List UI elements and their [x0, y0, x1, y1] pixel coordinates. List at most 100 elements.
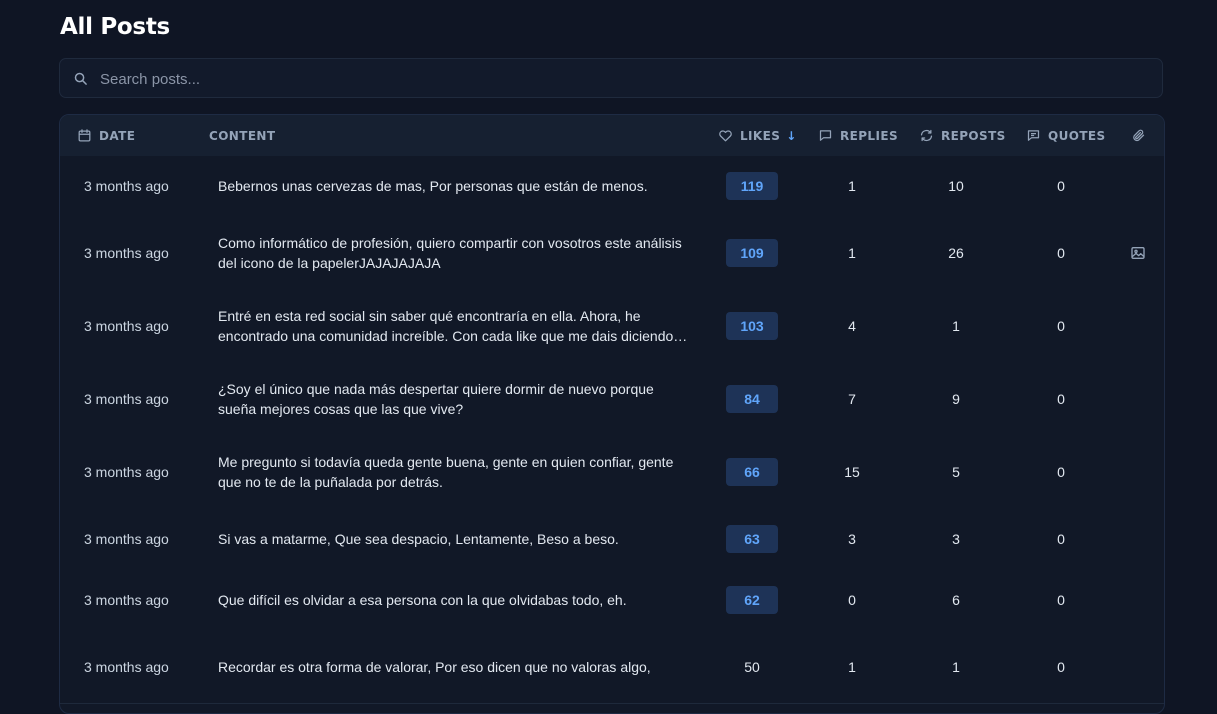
likes-badge: 119	[726, 172, 778, 200]
table-row[interactable]: 3 months ago Me pregunto si todavía queda…	[60, 435, 1164, 509]
media-cell	[1128, 435, 1148, 508]
table-header: DATE CONTENT LIKES ↓ REPLIES REPOSTS QUO…	[60, 115, 1164, 157]
column-header-content[interactable]: CONTENT	[209, 115, 275, 156]
quotes-count: 0	[1057, 530, 1065, 547]
likes-badge: 66	[726, 457, 778, 486]
table-row[interactable]: 3 months ago Como informático de profesió…	[60, 216, 1164, 290]
image-icon[interactable]	[1130, 245, 1146, 261]
post-content-text: Si vas a matarme, Que sea despacio, Lent…	[218, 530, 619, 547]
post-content: ¿Soy el único que nada más despertar qui…	[218, 362, 688, 435]
likes-badge: 50	[744, 658, 760, 675]
post-date: 3 months ago	[84, 591, 169, 608]
reposts-count: 6	[952, 591, 960, 608]
column-header-replies-label: REPLIES	[840, 128, 898, 143]
post-content: Bebernos unas cervezas de mas, Por perso…	[218, 156, 688, 216]
post-content-text: Recordar es otra forma de valorar, Por e…	[218, 658, 651, 675]
column-header-date[interactable]: DATE	[77, 115, 135, 156]
quotes-count: 0	[1057, 317, 1065, 334]
replies-count: 7	[848, 390, 856, 407]
replies-count: 15	[844, 463, 860, 480]
quote-icon	[1027, 130, 1040, 141]
table-row[interactable]: 3 months ago Bebernos unas cervezas de ma…	[60, 156, 1164, 217]
quotes-count: 0	[1057, 658, 1065, 675]
reposts-count: 5	[952, 463, 960, 480]
media-cell	[1128, 156, 1148, 216]
likes-cell: 84	[726, 362, 778, 435]
likes-cell: 66	[726, 435, 778, 508]
post-date: 3 months ago	[84, 530, 169, 547]
table-row[interactable]: 3 months ago Recordar es otra forma de va…	[60, 630, 1164, 704]
media-cell	[1128, 508, 1148, 569]
post-content-text: Bebernos unas cervezas de mas, Por perso…	[218, 178, 648, 194]
table-row[interactable]: 3 months ago Si vas a matarme, Que sea de…	[60, 508, 1164, 570]
column-header-likes-label: LIKES	[740, 128, 781, 143]
post-content: Como informático de profesión, quiero co…	[218, 216, 688, 289]
column-header-likes[interactable]: LIKES ↓	[718, 115, 797, 156]
post-content: Recordar es otra forma de valorar, Por e…	[218, 630, 688, 703]
column-header-reposts-label: REPOSTS	[941, 128, 1006, 143]
search-input[interactable]	[98, 59, 1142, 99]
post-content-text: Que difícil es olvidar a esa persona con…	[218, 591, 627, 608]
column-header-quotes-label: QUOTES	[1048, 128, 1106, 143]
likes-badge: 103	[726, 311, 778, 340]
post-content-text: Me pregunto si todavía queda gente buena…	[218, 453, 674, 490]
column-header-reposts[interactable]: REPOSTS	[919, 115, 1006, 156]
post-content-text: ¿Soy el único que nada más despertar qui…	[218, 380, 654, 417]
table-row[interactable]: 3 months ago Que difícil es olvidar a esa…	[60, 569, 1164, 631]
replies-count: 1	[848, 178, 856, 194]
message-icon	[819, 130, 832, 141]
search-icon	[74, 72, 87, 85]
post-content-text: Entré en esta red social sin saber qué e…	[218, 307, 674, 344]
likes-cell: 109	[726, 216, 778, 289]
column-header-quotes[interactable]: QUOTES	[1026, 115, 1106, 156]
repost-icon	[920, 129, 933, 142]
replies-count: 1	[848, 658, 856, 675]
table-row[interactable]: 3 months ago Entré en esta red social sin…	[60, 289, 1164, 363]
column-header-media[interactable]	[1131, 115, 1153, 156]
quotes-count: 0	[1057, 463, 1065, 480]
replies-count: 1	[848, 244, 856, 261]
reposts-count: 3	[952, 530, 960, 547]
media-cell	[1128, 630, 1148, 703]
reposts-count: 1	[952, 658, 960, 675]
post-date: 3 months ago	[84, 390, 169, 407]
post-content: Entré en esta red social sin saber qué e…	[218, 289, 688, 362]
paperclip-icon	[1133, 129, 1145, 142]
reposts-count: 10	[948, 178, 964, 194]
media-cell	[1128, 362, 1148, 435]
post-content: Me pregunto si todavía queda gente buena…	[218, 435, 688, 508]
post-date: 3 months ago	[84, 244, 169, 261]
post-date: 3 months ago	[84, 178, 169, 194]
table-row[interactable]: 3 months ago ¿Soy el único que nada más d…	[60, 362, 1164, 436]
media-cell	[1128, 216, 1148, 289]
search-bar[interactable]	[59, 58, 1163, 99]
column-header-content-label: CONTENT	[209, 128, 276, 143]
post-content: Que difícil es olvidar a esa persona con…	[218, 569, 688, 630]
reposts-count: 1	[952, 317, 960, 334]
media-cell	[1128, 569, 1148, 630]
post-date: 3 months ago	[84, 658, 169, 675]
quotes-count: 0	[1057, 244, 1065, 261]
post-date: 3 months ago	[84, 317, 169, 334]
post-content-text: Como informático de profesión, quiero co…	[218, 234, 682, 271]
post-date: 3 months ago	[84, 463, 169, 480]
likes-cell: 119	[726, 156, 778, 216]
replies-count: 4	[848, 317, 856, 334]
reposts-count: 26	[948, 244, 964, 261]
posts-table: DATE CONTENT LIKES ↓ REPLIES REPOSTS QUO…	[59, 114, 1165, 714]
column-header-replies[interactable]: REPLIES	[818, 115, 898, 156]
calendar-icon	[78, 129, 91, 142]
reposts-count: 9	[952, 390, 960, 407]
sort-desc-icon: ↓	[786, 128, 797, 143]
replies-count: 0	[848, 591, 856, 608]
heart-icon	[719, 130, 732, 142]
likes-cell: 62	[726, 569, 778, 630]
column-header-date-label: DATE	[99, 128, 136, 143]
media-cell	[1128, 289, 1148, 362]
quotes-count: 0	[1057, 390, 1065, 407]
likes-cell: 63	[726, 508, 778, 569]
likes-badge: 84	[726, 384, 778, 413]
likes-badge: 62	[726, 585, 778, 614]
likes-badge: 109	[726, 238, 778, 267]
likes-cell: 103	[726, 289, 778, 362]
